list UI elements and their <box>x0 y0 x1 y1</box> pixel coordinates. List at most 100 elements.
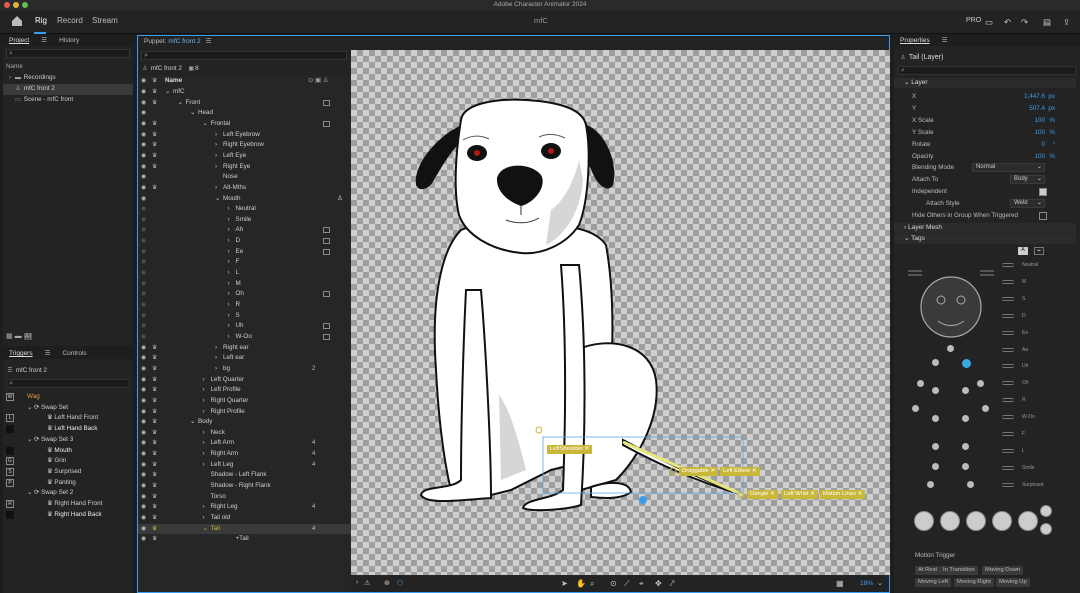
torso-node[interactable] <box>932 359 939 366</box>
visibility-toggle-icon[interactable]: ◉ <box>141 98 146 109</box>
add-handle-icon[interactable] <box>639 496 647 504</box>
chevron-right-icon[interactable]: › <box>228 300 236 311</box>
right-elbow-node[interactable] <box>982 405 989 412</box>
crown-icon[interactable]: ♛ <box>152 364 157 375</box>
chevron-right-icon[interactable]: › <box>203 375 211 386</box>
crown-icon[interactable]: ♛ <box>152 481 157 492</box>
layer-row-right-ear[interactable]: ◉ ♛ › Right ear <box>138 343 351 354</box>
chest-left-node[interactable] <box>932 387 939 394</box>
chest-right-node[interactable] <box>962 387 969 394</box>
tag-dangle[interactable]: Dangle ✕ <box>747 490 778 499</box>
chevron-right-icon[interactable]: › <box>228 279 236 290</box>
visibility-toggle-icon[interactable]: ◉ <box>141 343 146 354</box>
chevron-right-icon[interactable]: › <box>228 332 236 343</box>
face-expression-smile-icon[interactable] <box>940 511 960 531</box>
layer-row-head[interactable]: ◉ ⌄ Head <box>138 108 351 119</box>
crown-icon[interactable]: ♛ <box>152 385 157 396</box>
crown-icon[interactable]: ♛ <box>152 140 157 151</box>
visibility-toggle-icon[interactable]: ◉ <box>141 289 146 300</box>
hip-left-node[interactable] <box>932 443 939 450</box>
chevron-down-icon[interactable]: ⌄ <box>203 524 211 535</box>
layer-row-left-quarter[interactable]: ◉ ♛ › Left Quarter <box>138 375 351 386</box>
visibility-toggle-icon[interactable]: ◉ <box>141 108 146 119</box>
visibility-toggle-icon[interactable]: ◉ <box>141 204 146 215</box>
layer-row-shadow-right-flank[interactable]: ◉ ♛ Shadow - Right Flank <box>138 481 351 492</box>
left-elbow-node[interactable] <box>912 405 919 412</box>
tab-history[interactable]: History <box>59 37 79 44</box>
visibility-toggle-icon[interactable]: ◉ <box>141 364 146 375</box>
zoom-tool-icon[interactable]: ⌕ <box>590 579 594 589</box>
pin-tool-icon[interactable]: ⌖ <box>639 579 644 589</box>
crown-icon[interactable]: ♛ <box>152 470 157 481</box>
trigger-row-mouth[interactable]: ♛ Mouth <box>3 446 133 457</box>
visibility-toggle-icon[interactable]: ◉ <box>141 119 146 130</box>
trigger-row-left-hand-back[interactable]: ♛ Left Hand Back <box>3 424 133 435</box>
visibility-toggle-icon[interactable]: ◉ <box>141 460 146 471</box>
crown-icon[interactable]: ♛ <box>152 513 157 524</box>
panel-menu-icon[interactable]: ☰ <box>45 350 51 357</box>
visibility-toggle-icon[interactable]: ◉ <box>141 321 146 332</box>
chevron-right-icon[interactable]: › <box>203 407 211 418</box>
tab-project[interactable]: Project <box>9 37 29 44</box>
visibility-toggle-icon[interactable]: ◉ <box>141 470 146 481</box>
chevron-right-icon[interactable]: › <box>215 364 223 375</box>
handle-tool-icon[interactable]: ✥ <box>655 579 662 588</box>
visibility-toggle-icon[interactable]: ◉ <box>141 449 146 460</box>
layer-row-s[interactable]: ◉ › S <box>138 311 351 322</box>
crown-icon[interactable]: ♛ <box>152 534 157 545</box>
visibility-toggle-icon[interactable]: ◉ <box>141 353 146 364</box>
chevron-right-icon[interactable]: › <box>215 140 223 151</box>
layer-row-d[interactable]: ◉ › D <box>138 236 351 247</box>
layer-row-mouth[interactable]: ◉ ⌄ Mouth ♙ <box>138 194 351 205</box>
chevron-right-icon[interactable]: › <box>215 353 223 364</box>
crown-icon[interactable]: ♛ <box>152 87 157 98</box>
project-item-scene[interactable]: ▭ Scene - mfC front <box>14 95 73 106</box>
chevron-right-icon[interactable]: › <box>203 513 211 524</box>
tab-triggers[interactable]: Triggers <box>9 350 33 357</box>
right-eyebrow-tag-icon[interactable] <box>980 270 994 276</box>
prop-value[interactable]: 100 <box>1034 127 1045 139</box>
visibility-toggle-icon[interactable]: ◉ <box>141 257 146 268</box>
viseme-r-icon[interactable] <box>1002 398 1014 403</box>
trigger-key-empty[interactable] <box>6 425 14 434</box>
ankle-right-node[interactable] <box>967 481 974 488</box>
tab-record[interactable]: Record <box>57 16 83 25</box>
trigger-row-swap-set-3[interactable]: ⌄ ⟳ Swap Set 3 <box>3 435 133 446</box>
trigger-key[interactable]: P <box>6 478 14 487</box>
prop-value[interactable]: 100 <box>1034 151 1045 163</box>
hip-right-node[interactable] <box>962 443 969 450</box>
visibility-toggle-icon[interactable]: ◉ <box>141 183 146 194</box>
chevron-right-icon[interactable]: › <box>228 247 236 258</box>
trigger-key[interactable]: S <box>6 467 14 476</box>
visibility-toggle-icon[interactable]: ◉ <box>141 492 146 503</box>
attach-to-select[interactable]: Body ⌄ <box>1010 175 1045 184</box>
layer-row-ee[interactable]: ◉ › Ee <box>138 247 351 258</box>
face-expression-surprised-icon[interactable] <box>1018 511 1038 531</box>
layer-row-tail[interactable]: ◉ ♛ ⌄ Tail 4 <box>138 523 351 535</box>
crown-icon[interactable]: ♛ <box>152 417 157 428</box>
origin-tool-icon[interactable]: ⊙ <box>610 579 617 588</box>
layer-row-left-eyebrow[interactable]: ◉ ♛ › Left Eyebrow <box>138 130 351 141</box>
pro-label[interactable]: PRO <box>966 17 981 24</box>
motion-at-rest-button[interactable]: At Rest <box>915 566 941 575</box>
project-search-input[interactable]: ⌕ <box>6 49 130 58</box>
fit-view-icon[interactable]: ▦ <box>836 579 844 588</box>
chevron-right-icon[interactable]: › <box>228 257 236 268</box>
layer-row-right-arm[interactable]: ◉ ♛ › Right Arm 4 <box>138 449 351 460</box>
layer-row-front[interactable]: ◉ ♛ ⌄ Front <box>138 98 351 109</box>
ankle-left-node[interactable] <box>927 481 934 488</box>
waist-right-node[interactable] <box>962 415 969 422</box>
motion-moving-up-button[interactable]: Moving Up <box>996 578 1030 587</box>
grid-tag-view-icon[interactable]: ▪▪ <box>1034 247 1044 255</box>
tag-left-shoulder[interactable]: LeftShoulder ✕ <box>547 445 593 454</box>
crown-icon[interactable]: ♛ <box>152 460 157 471</box>
visibility-toggle-icon[interactable]: ◉ <box>141 151 146 162</box>
trigger-key[interactable]: R <box>6 500 14 508</box>
panel-menu-icon[interactable]: ☰ <box>942 37 948 44</box>
chevron-down-icon[interactable]: ⌄ <box>178 98 186 109</box>
layer-row-left-ear[interactable]: ◉ ♛ › Left ear <box>138 353 351 364</box>
visibility-toggle-icon[interactable]: ◉ <box>141 311 146 322</box>
chevron-right-icon[interactable]: › <box>228 321 236 332</box>
motion-moving-right-button[interactable]: Moving Right <box>954 578 994 587</box>
chevron-right-icon[interactable]: › <box>228 225 236 236</box>
